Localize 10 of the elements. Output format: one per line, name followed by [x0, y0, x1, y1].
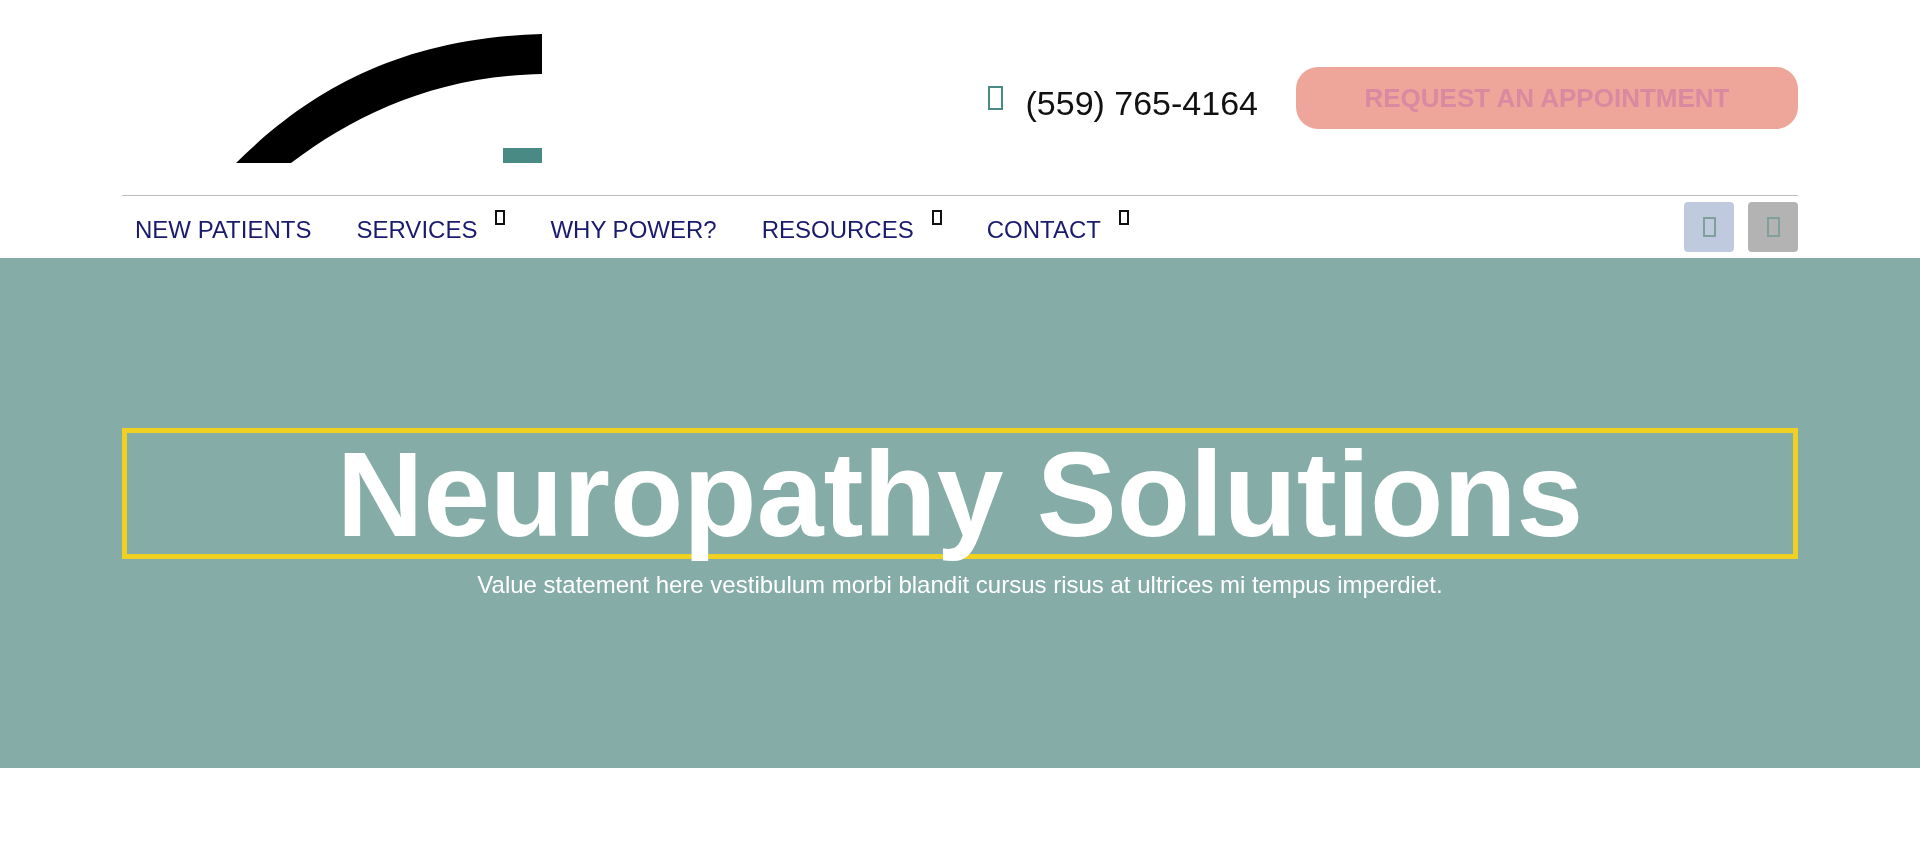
social-button[interactable]	[1684, 202, 1734, 252]
nav-link[interactable]: RESOURCES	[761, 210, 942, 244]
nav-link[interactable]: WHY POWER?	[550, 210, 717, 244]
phone-number: (559) 765-4164	[1025, 83, 1258, 123]
nav-link[interactable]: NEW PATIENTS	[135, 210, 312, 244]
nav-link[interactable]: CONTACT	[986, 210, 1129, 244]
hero-subtitle: Value statement here vestibulum morbi blandit cursus risus at ultrices mi tempus imperdiet.	[477, 571, 1443, 599]
social-button[interactable]	[1748, 202, 1798, 252]
hero-title: Neuropathy Solutions	[336, 425, 1584, 563]
nav-link[interactable]: SERVICES	[356, 210, 506, 244]
